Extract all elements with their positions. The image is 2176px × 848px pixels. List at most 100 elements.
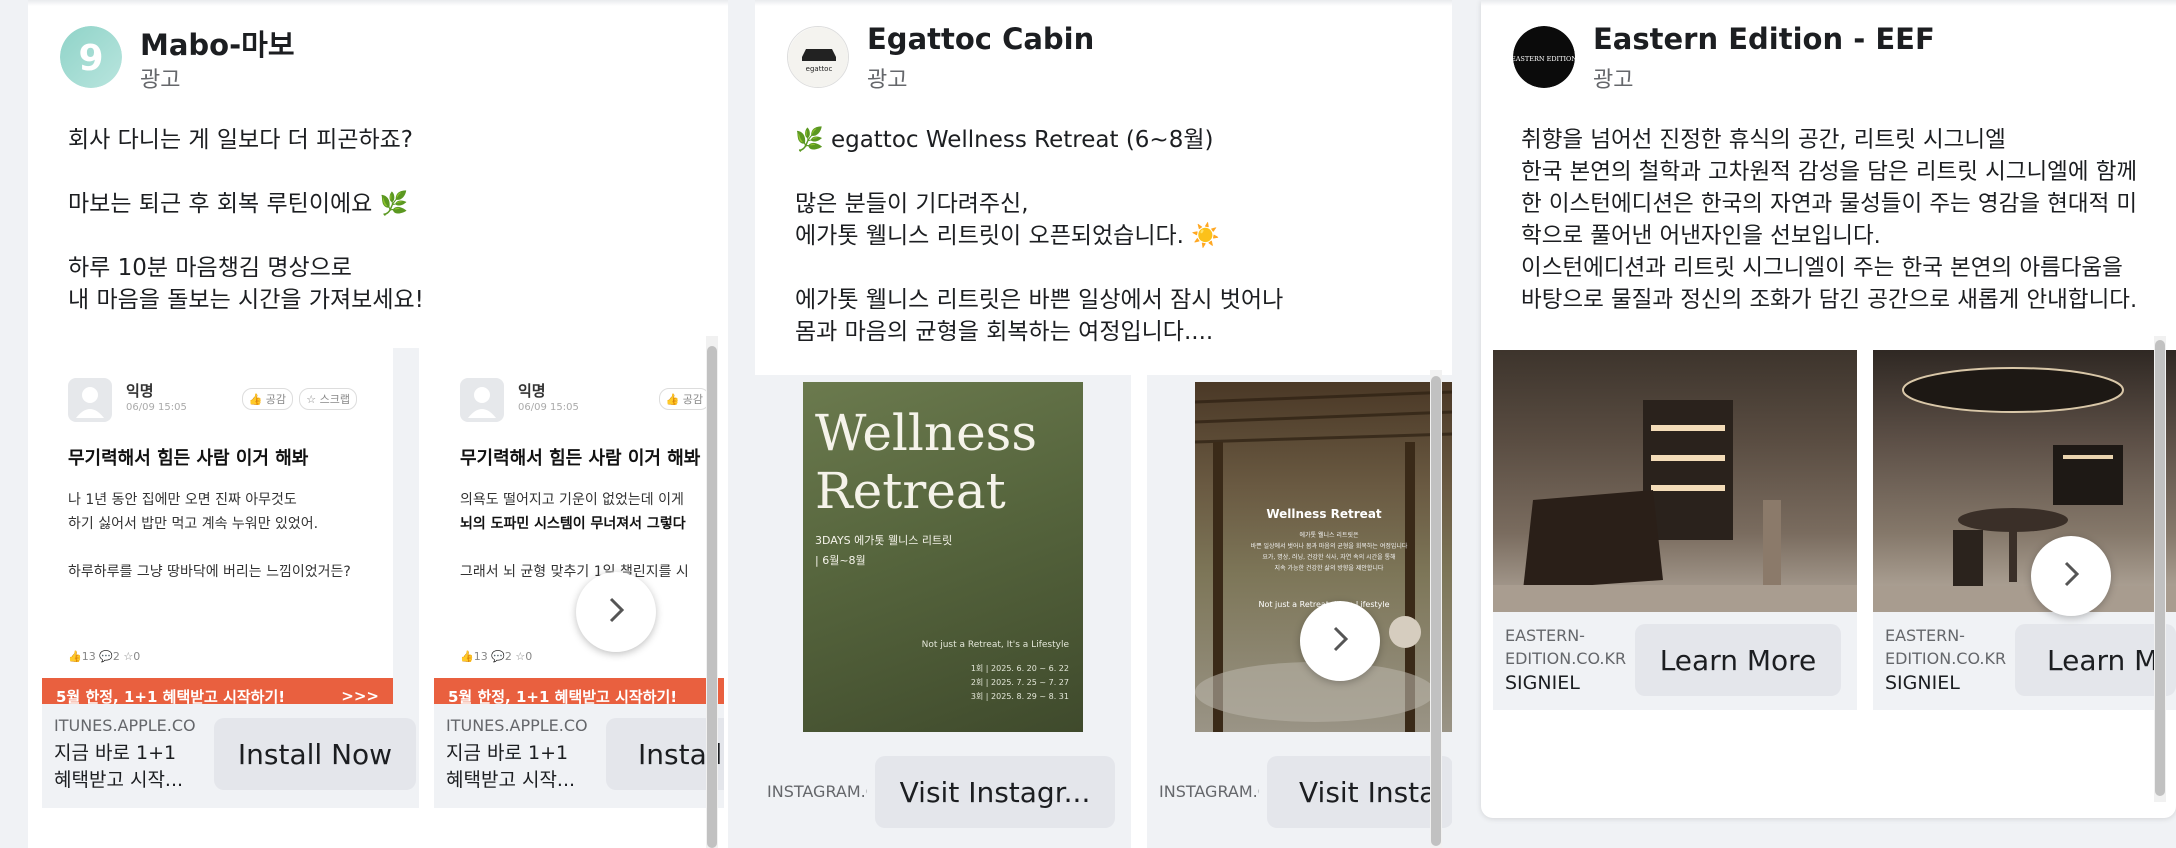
thumbs-up-icon: 👍 <box>248 393 263 406</box>
learn-more-button[interactable]: Learn More <box>1635 624 1841 696</box>
star-icon: ☆ <box>306 393 317 406</box>
like-label: 공감 <box>265 393 286 406</box>
scrollbar[interactable] <box>2154 336 2166 802</box>
carousel-next-button[interactable] <box>1300 601 1380 681</box>
poster-schedule: 1회 | 2025. 6. 20 ~ 6. 22 2회 | 2025. 7. 2… <box>970 664 1069 701</box>
egattoc-logo-avatar[interactable]: egattoc <box>787 26 849 88</box>
sponsored-label: 광고 <box>1593 68 1634 93</box>
slide-image[interactable]: 익명 06/09 15:05 👍 공감 ☆ 스크랩 무기력해서 힘든 사람 이거… <box>42 348 393 704</box>
sponsored-label: 광고 <box>140 68 181 93</box>
slide-title: SIGNIEL <box>1505 672 1580 694</box>
post-body-line: 의욕도 떨어지고 기운이 없었는데 이게 <box>460 492 684 508</box>
ad-carousel: EASTERN-EDITION.CO.KR SIGNIEL Learn More <box>1481 350 2176 818</box>
slide-title: 지금 바로 1+1 혜택받고 시작... <box>54 742 184 791</box>
svg-text:9: 9 <box>78 38 103 79</box>
slide-footer: INSTAGRAM.C Visit Instagr... <box>755 742 1131 848</box>
carousel-slide[interactable]: Wellness Retreat 3DAYS 에가톳 웰니스 리트릿 | 6월~… <box>755 375 1131 848</box>
page-name[interactable]: Eastern Edition - EEF <box>1593 22 1935 56</box>
visit-instagram-button[interactable]: Visit Insta <box>1267 756 1452 828</box>
thumbs-up-icon: 👍 <box>665 393 680 406</box>
retreat-photo[interactable]: Wellness Retreat 에가톳 웰니스 리트릿은 바쁜 일상에서 벗어… <box>1195 382 1452 732</box>
logo-text: egattoc <box>806 65 833 73</box>
promo-banner-text: 5월 한정, 1+1 혜택받고 시작하기! <box>448 687 678 705</box>
community-post-mock: 익명 06/09 15:05 👍 공감 무기력해서 힘든 사람 이거 해봐 의욕… <box>434 348 724 704</box>
promo-banner: 5월 한정, 1+1 혜택받고 시작하기! >>> <box>42 678 393 704</box>
ad-card-eastern-edition: EASTERN EDITION Eastern Edition - EEF 광고… <box>1481 0 2176 818</box>
like-button: 👍 공감 <box>658 388 710 410</box>
page-name[interactable]: Egattoc Cabin <box>867 22 1094 56</box>
scrap-label: 스크랩 <box>319 393 350 406</box>
interior-photo[interactable] <box>1873 350 2176 612</box>
anonymous-avatar-icon <box>460 378 504 422</box>
ad-carousel: Wellness Retreat 3DAYS 에가톳 웰니스 리트릿 | 6월~… <box>755 375 1452 848</box>
mabo-logo-avatar[interactable]: 9 <box>60 26 122 88</box>
post-date: 06/09 15:05 <box>518 402 579 413</box>
chevron-right-icon <box>601 595 631 629</box>
chevron-right-icon <box>1325 624 1355 658</box>
ad-card-mabo: 9 Mabo-마보 광고 회사 다니는 게 일보다 더 피곤하죠? 마보는 퇴근… <box>28 0 728 848</box>
chevron-right-icon <box>2056 559 2086 593</box>
promo-banner-text: 5월 한정, 1+1 혜택받고 시작하기! <box>56 687 286 705</box>
carousel-slide[interactable]: 익명 06/09 15:05 👍 공감 무기력해서 힘든 사람 이거 해봐 의욕… <box>434 348 724 808</box>
ad-card-egattoc: egattoc Egattoc Cabin 광고 🌿 egattoc Welln… <box>755 0 1452 848</box>
carousel-next-button[interactable] <box>2031 536 2111 616</box>
photo-title: Wellness Retreat <box>1266 507 1382 521</box>
post-reactions: 👍13 💬2 ☆0 <box>460 650 533 663</box>
poster-tagline: Not just a Retreat, It's a Lifestyle <box>921 640 1069 650</box>
slide-domain: INSTAGRAM.C <box>767 782 867 801</box>
like-label: 공감 <box>682 393 703 406</box>
slide-image[interactable]: 익명 06/09 15:05 👍 공감 무기력해서 힘든 사람 이거 해봐 의욕… <box>434 348 724 704</box>
top-shade <box>755 0 1452 6</box>
poster-title: Wellness Retreat <box>815 404 1037 520</box>
photo-desc: 에가톳 웰니스 리트릿은 바쁜 일상에서 벗어나 몸과 마음의 균형을 회복하는… <box>1250 532 1408 572</box>
promo-banner-arrow: >>> <box>341 687 379 704</box>
interior-illustration <box>1493 400 1857 612</box>
slide-domain: INSTAGRAM.C <box>1159 782 1259 801</box>
carousel-slide[interactable]: EASTERN-EDITION.CO.KR SIGNIEL Learn More <box>1493 350 1857 710</box>
top-shade <box>1481 0 2176 6</box>
poster-subtitle: 3DAYS 에가톳 웰니스 리트릿 <box>815 534 953 547</box>
scrollbar-thumb[interactable] <box>2155 340 2165 796</box>
slide-domain: EASTERN-EDITION.CO.KR <box>1885 626 2007 668</box>
interior-photo[interactable] <box>1493 350 1857 612</box>
post-body: 나 1년 동안 집에만 오면 진짜 아무것도 하기 싫어서 밥만 먹고 계속 누… <box>68 492 351 580</box>
slide-footer: ITUNES.APPLE.CO 지금 바로 1+1 혜택받고 시작... Ins… <box>434 704 724 808</box>
promo-banner: 5월 한정, 1+1 혜택받고 시작하기! <box>434 678 724 704</box>
carousel-next-button[interactable] <box>576 572 656 652</box>
carousel-slide[interactable]: EASTERN-EDITION.CO.KR SIGNIEL Learn M <box>1873 350 2176 710</box>
scrollbar-thumb[interactable] <box>1431 376 1441 846</box>
slide-footer: EASTERN-EDITION.CO.KR SIGNIEL Learn M <box>1873 612 2176 710</box>
post-body-line-bold: 뇌의 도파민 시스템이 무너져서 그렇다 <box>460 516 686 532</box>
slide-footer: EASTERN-EDITION.CO.KR SIGNIEL Learn More <box>1493 612 1857 710</box>
page-name[interactable]: Mabo-마보 <box>140 22 295 64</box>
ad-body-text: 취향을 넘어선 진정한 휴식의 공간, 리트릿 시그니엘 한국 본연의 철학과 … <box>1521 127 2138 313</box>
install-now-button[interactable]: Install Now <box>214 718 416 790</box>
anonymous-avatar-icon <box>68 378 112 422</box>
slide-title: SIGNIEL <box>1885 672 1960 694</box>
scrollbar[interactable] <box>1430 370 1442 848</box>
slide-footer: INSTAGRAM.C Visit Insta <box>1147 742 1452 848</box>
wellness-retreat-poster[interactable]: Wellness Retreat 3DAYS 에가톳 웰니스 리트릿 | 6월~… <box>803 382 1083 732</box>
post-username: 익명 <box>518 382 546 400</box>
eastern-edition-logo-avatar[interactable]: EASTERN EDITION <box>1513 26 1575 88</box>
community-post-mock: 익명 06/09 15:05 👍 공감 ☆ 스크랩 무기력해서 힘든 사람 이거… <box>42 348 393 704</box>
learn-more-button[interactable]: Learn M <box>2015 624 2176 696</box>
scrollbar[interactable] <box>706 336 718 848</box>
scrollbar-thumb[interactable] <box>707 346 717 848</box>
like-button: 👍 공감 <box>241 388 293 410</box>
post-reactions: 👍13 💬2 ☆0 <box>68 650 141 663</box>
post-username: 익명 <box>126 382 154 400</box>
carousel-slide[interactable]: Wellness Retreat 에가톳 웰니스 리트릿은 바쁜 일상에서 벗어… <box>1147 375 1452 848</box>
slide-domain: ITUNES.APPLE.CO <box>54 716 196 735</box>
sponsored-label: 광고 <box>867 68 908 93</box>
interior-illustration <box>1873 367 2176 612</box>
ad-body-text: 🌿 egattoc Wellness Retreat (6~8월) 많은 분들이… <box>795 127 1284 345</box>
visit-instagram-button[interactable]: Visit Instagr... <box>875 756 1115 828</box>
ad-body-text: 회사 다니는 게 일보다 더 피곤하죠? 마보는 퇴근 후 회복 루틴이에요 🌿… <box>68 127 424 313</box>
slide-title: 지금 바로 1+1 혜택받고 시작... <box>446 742 576 791</box>
carousel-slide[interactable]: 익명 06/09 15:05 👍 공감 ☆ 스크랩 무기력해서 힘든 사람 이거… <box>42 348 419 808</box>
slide-domain: EASTERN-EDITION.CO.KR <box>1505 626 1627 668</box>
post-heading: 무기력해서 힘든 사람 이거 해봐 <box>68 448 309 469</box>
post-date: 06/09 15:05 <box>126 402 187 413</box>
post-heading: 무기력해서 힘든 사람 이거 해봐 <box>460 448 701 469</box>
